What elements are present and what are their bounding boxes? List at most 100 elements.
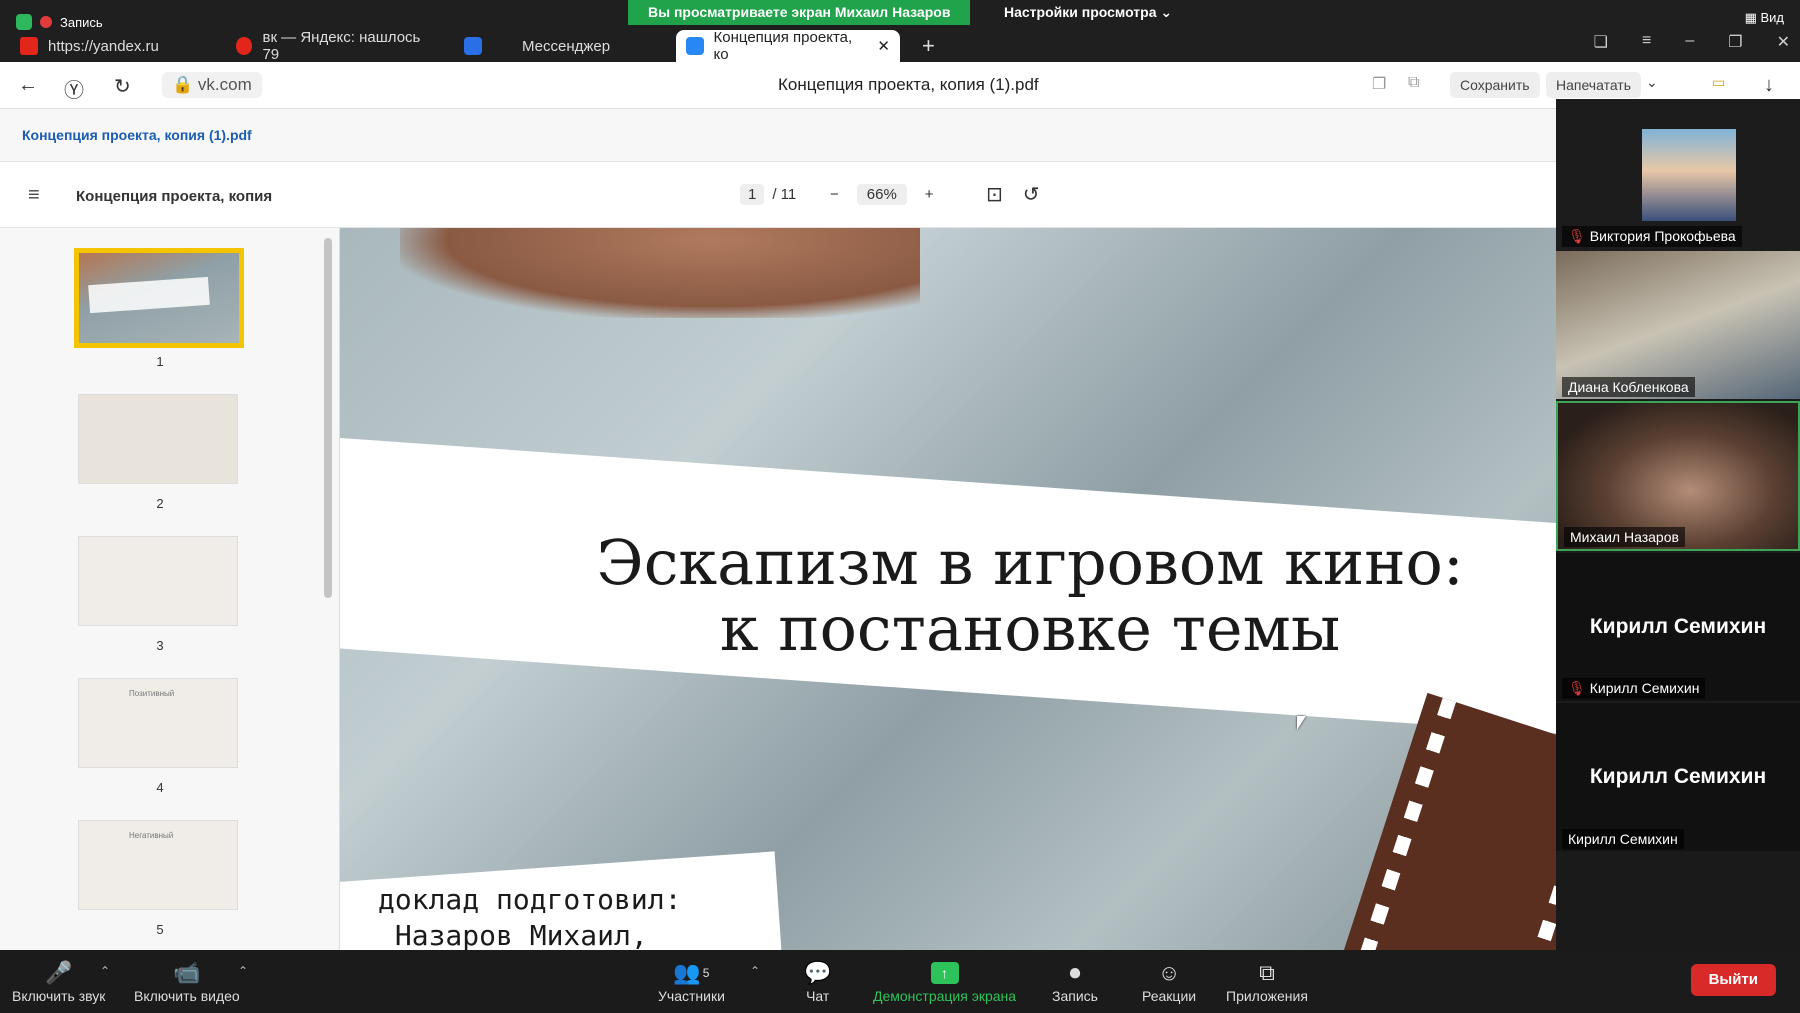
document-title: Концепция проекта, копия (1).pdf [778, 75, 1039, 94]
yandex-icon [20, 37, 38, 55]
tab-pdf-active[interactable]: Концепция проекта, ко ✕ [676, 29, 900, 63]
leave-meeting-button[interactable]: Выйти [1690, 964, 1776, 996]
thumbnail-number: 5 [156, 922, 164, 937]
start-video-button[interactable]: 📹 Включить видео [134, 958, 240, 1004]
vk-icon [686, 37, 704, 55]
tab-label: вк — Яндекс: нашлось 79 [262, 29, 421, 63]
recording-indicator: Запись [16, 14, 103, 30]
download-icon[interactable]: ↓ [1764, 74, 1774, 97]
mic-muted-icon: 🎙 [1568, 228, 1586, 244]
participant-name-display: Кирилл Семихин [1589, 615, 1767, 638]
thumbnail-page-4[interactable]: Позитивный [78, 678, 238, 768]
avatar [1642, 129, 1736, 221]
thumbnail-page-5[interactable]: Негативный [78, 820, 238, 910]
chat-button[interactable]: 💬 Чат [804, 958, 831, 1004]
url-field[interactable]: 🔒 vk.com [162, 72, 262, 98]
menu-icon[interactable]: ≡ [1642, 32, 1651, 52]
tab-vk-search[interactable]: вк — Яндекс: нашлось 79 [226, 29, 436, 63]
url-text: vk.com [197, 75, 252, 94]
mouse-cursor-icon [1297, 716, 1306, 730]
zoom-out-icon[interactable]: − [830, 186, 839, 203]
participant-tile[interactable]: Диана Кобленкова [1556, 251, 1800, 399]
apps-button[interactable]: ⧉ Приложения [1226, 958, 1308, 1004]
yandex-home-icon[interactable]: Ⓨ [64, 74, 84, 103]
chat-icon: 💬 [804, 960, 832, 985]
slide-author: доклад подготовил: Назаров Михаил, [378, 882, 681, 950]
tab-label: https://yandex.ru [48, 37, 159, 55]
pdf-file-header: Концепция проекта, копия (1).pdf [0, 109, 1556, 162]
participant-name: Диана Кобленкова [1562, 377, 1695, 397]
bookmarks-icon[interactable]: ❏ [1594, 32, 1608, 52]
participants-options-caret-icon[interactable]: ⌃ [750, 964, 760, 978]
print-button[interactable]: Напечатать [1546, 72, 1642, 98]
share-screen-button[interactable]: ↑ Демонстрация экрана [873, 958, 1016, 1004]
back-arrow-icon[interactable]: ← [18, 74, 38, 97]
reload-icon[interactable]: ↻ [114, 74, 131, 99]
participant-tile[interactable]: Кирилл Семихин Кирилл Семихин [1556, 703, 1800, 851]
pdf-page-view: Эскапизм в игровом кино: к постановке те… [340, 228, 1556, 950]
fit-page-icon[interactable]: ⊡ [986, 182, 1003, 207]
author-line-1: доклад подготовил: [378, 883, 682, 916]
copy-icon[interactable]: ❐ [1372, 74, 1386, 94]
thumbnail-page-3[interactable] [78, 536, 238, 626]
zoom-controls: − 66% + [830, 184, 934, 205]
unmute-button[interactable]: 🎤 Включить звук [12, 958, 105, 1004]
zoom-in-icon[interactable]: + [925, 186, 934, 203]
participant-tile[interactable]: Кирилл Семихин 🎙 Кирилл Семихин [1556, 553, 1800, 701]
thumbnail-sidebar: 1 2 3 Позитивный 4 Негативный 5 [0, 228, 340, 950]
participants-button[interactable]: 👥 5 Участники [658, 958, 725, 1004]
share-icon[interactable]: ⧉ [1408, 74, 1419, 92]
thumbnail-page-2[interactable] [78, 394, 238, 484]
new-tab-icon[interactable]: + [912, 30, 952, 62]
participant-name-text: Кирилл Семихин [1589, 680, 1700, 696]
save-button[interactable]: Сохранить [1450, 72, 1540, 98]
restore-icon[interactable]: ❐ [1728, 32, 1742, 52]
slide-title: Эскапизм в игровом кино: к постановке те… [560, 530, 1500, 662]
unmute-label: Включить звук [12, 988, 106, 1004]
sidebar-scrollbar[interactable] [324, 238, 332, 598]
record-dot-icon [40, 16, 52, 28]
thumbnail-number: 1 [156, 354, 164, 369]
thumbnail-number: 3 [156, 638, 164, 653]
hamburger-menu-icon[interactable]: ≡ [28, 184, 40, 207]
pdf-toolbar: ≡ Концепция проекта, копия 1 / 11 − 66% … [0, 162, 1556, 228]
tab-messenger[interactable]: Мессенджер [454, 30, 664, 62]
view-settings-dropdown[interactable]: Настройки просмотра ⌄ [990, 0, 1186, 25]
record-button[interactable]: ⏺ Запись [1052, 958, 1098, 1004]
audio-options-caret-icon[interactable]: ⌃ [100, 964, 110, 978]
close-window-icon[interactable]: ✕ [1777, 32, 1790, 52]
thumbnail-page-1[interactable] [74, 248, 244, 348]
rotate-icon[interactable]: ↺ [1023, 182, 1040, 207]
reactions-button[interactable]: ☺ Реакции [1142, 958, 1196, 1004]
tab-label: Мессенджер [522, 37, 611, 55]
participants-icon: 👥 5 [673, 960, 710, 985]
thumbnail-number: 2 [156, 496, 164, 511]
reactions-label: Реакции [1142, 988, 1197, 1004]
zoom-value[interactable]: 66% [856, 184, 907, 205]
chevron-down-icon[interactable]: ⌄ [1646, 74, 1658, 91]
participant-name: Кирилл Семихин [1562, 829, 1684, 849]
share-screen-label: Демонстрация экрана [873, 988, 1017, 1004]
close-tab-icon[interactable]: ✕ [877, 37, 890, 55]
window-controls: ❏ ≡ – ❐ ✕ [1594, 32, 1790, 52]
participant-name-display: Кирилл Семихин [1589, 765, 1767, 788]
video-options-caret-icon[interactable]: ⌃ [238, 964, 248, 978]
tab-yandex[interactable]: https://yandex.ru [10, 30, 200, 62]
page-total: / 11 [772, 186, 797, 203]
view-tools: ⊡ ↺ [986, 182, 1040, 207]
page-number-input[interactable]: 1 [740, 184, 765, 205]
security-shield-icon[interactable] [16, 14, 32, 30]
participant-tile[interactable]: 🎙 Виктория Прокофьева [1556, 99, 1800, 249]
record-label: Запись [1052, 988, 1098, 1004]
apps-label: Приложения [1226, 988, 1308, 1004]
yandex-icon [236, 37, 253, 55]
minimize-icon[interactable]: – [1685, 32, 1694, 52]
apps-icon: ⧉ [1259, 960, 1275, 985]
view-button[interactable]: ▦ Вид [1745, 10, 1784, 26]
video-off-icon: 📹 [173, 960, 201, 985]
participant-tile-active-speaker[interactable]: Михаил Назаров [1556, 401, 1800, 551]
messenger-icon [464, 37, 482, 55]
pdf-file-name[interactable]: Концепция проекта, копия (1).pdf [22, 127, 252, 143]
mic-muted-icon: 🎙 [1568, 680, 1586, 696]
start-video-label: Включить видео [134, 988, 240, 1004]
